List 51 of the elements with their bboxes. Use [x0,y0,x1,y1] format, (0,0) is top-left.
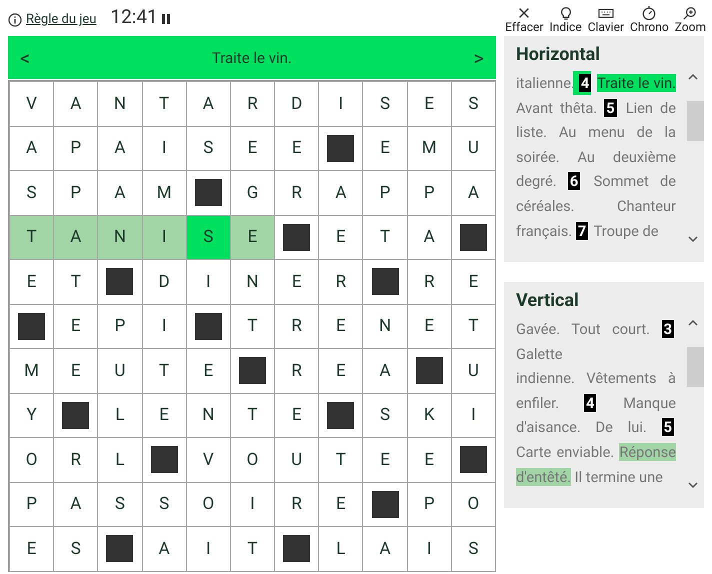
pause-icon[interactable] [162,14,170,24]
grid-cell[interactable]: V [9,81,54,126]
blocked-square [327,134,354,162]
blocked-square [18,312,46,340]
next-button[interactable]: > [470,46,488,70]
tool-button[interactable]: Clavier [588,6,624,34]
info-icon [8,12,22,26]
blocked-square [238,357,266,384]
grid-cell[interactable]: E [230,214,276,260]
blocked-square [327,402,354,429]
scrollbar-thumb[interactable] [687,101,704,141]
blocked-square [460,224,487,251]
blocked-square [283,535,310,562]
tool-button[interactable]: Effacer [505,6,544,34]
blocked-square [194,312,222,340]
tool-button[interactable]: Indice [549,6,582,34]
grid-cell[interactable]: I [142,214,187,260]
grid-cell[interactable]: S [450,81,496,126]
keyboard-icon [596,6,615,20]
panel-title: Vertical [516,290,580,311]
grid-cell[interactable]: T [9,214,54,260]
grid-cell[interactable]: E [9,526,54,572]
blocked-square [416,357,443,384]
current-clue: Traite le vin. [210,48,293,66]
grid-cell[interactable]: N [97,214,143,260]
blocked-square [372,490,399,518]
grid-cell[interactable]: S [186,214,231,260]
stopwatch-icon [640,6,658,20]
scroll-up-icon[interactable] [688,73,698,81]
blocked-square [62,402,90,429]
blocked-square [150,446,178,474]
blocked-square [194,179,222,206]
blocked-square [106,535,134,562]
tool-button[interactable]: Chrono [630,6,669,34]
scroll-down-icon[interactable] [688,481,698,489]
blocked-square [106,268,134,296]
panel-title: Horizontal [516,44,601,65]
tool-button[interactable]: Zoom [674,6,706,34]
blocked-square [283,224,310,251]
grid-cell[interactable]: S [450,526,496,572]
blocked-square [460,446,487,474]
rules-link[interactable]: Règle du jeu [26,12,96,27]
previous-button[interactable]: < [16,46,34,70]
clue-list-text: Gavée. Tout court. 3 Galette indienne. Vêtements à enfiler. 4 Manque d'aisance. De lui. 5 Carte enviable. Réponse d'entêté. Il termine une [516,319,676,488]
scrollbar-thumb[interactable] [687,347,704,387]
grid-cell[interactable]: A [53,214,98,260]
scroll-down-icon[interactable] [688,235,698,243]
timer: 12:41 [110,5,158,28]
clue-list-text: italienne. 4 Traite le vin. Avant thêta. 5 Lien de liste. Au menu de la soirée. Au deuxième degré. 6 Sommet de céréales. Chanteur français. 7 Troupe de [516,73,676,242]
scroll-up-icon[interactable] [688,319,698,327]
blocked-square [372,268,399,296]
